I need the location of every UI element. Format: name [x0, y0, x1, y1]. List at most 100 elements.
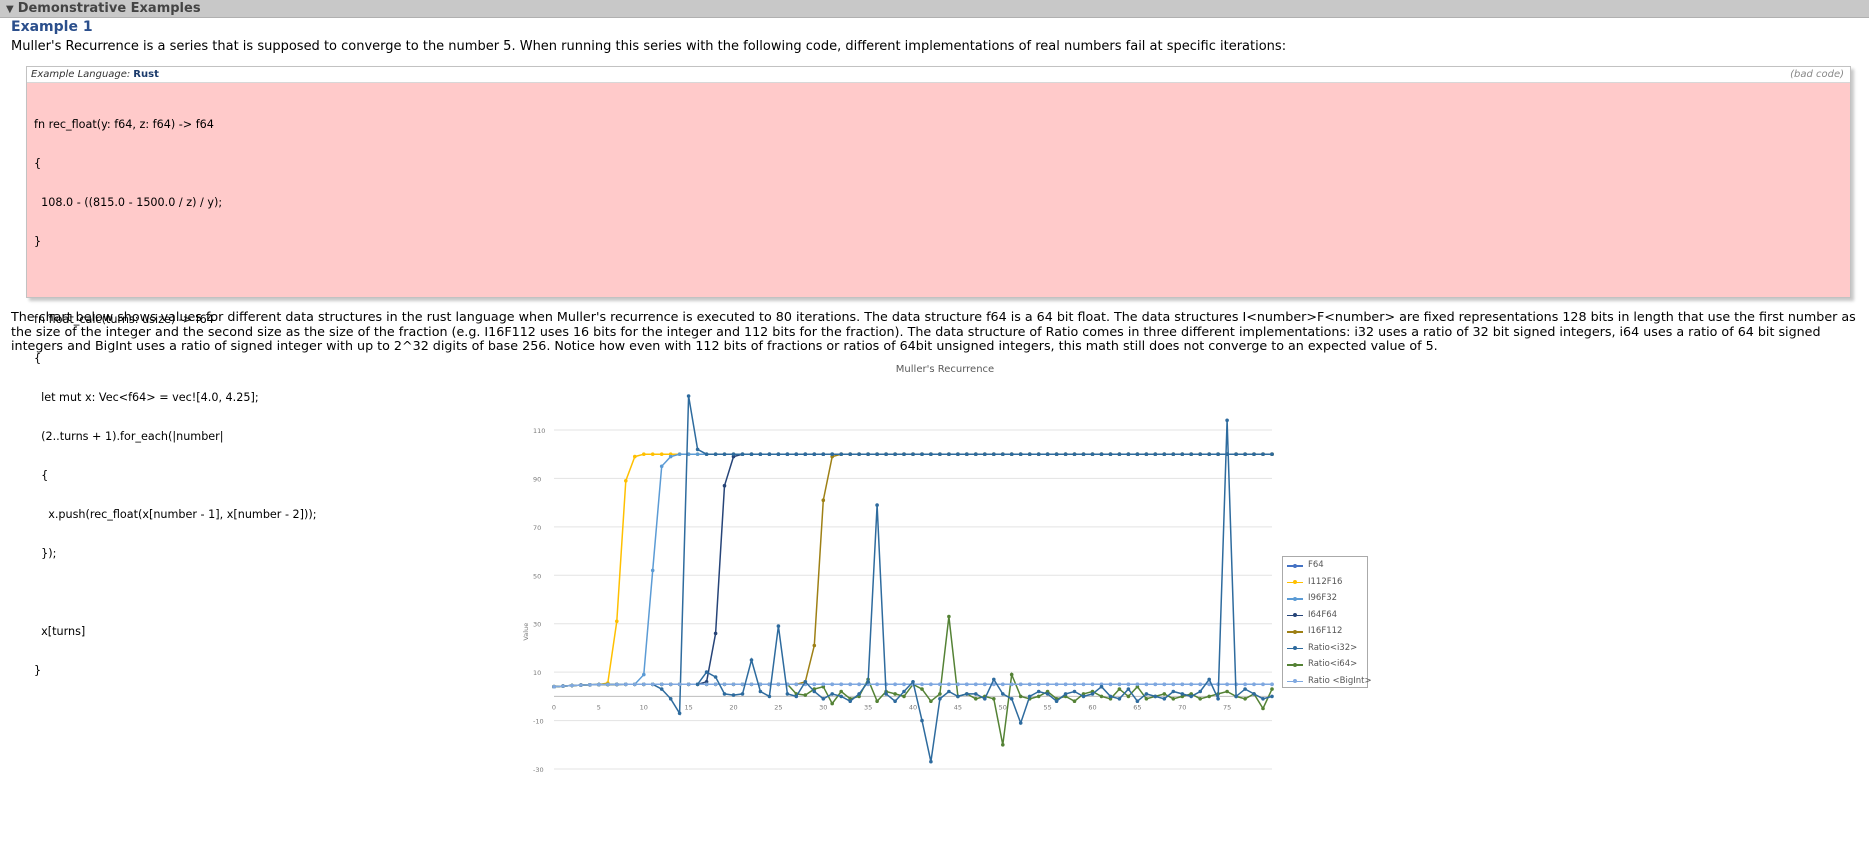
x-tick-label: 20 [729, 703, 737, 711]
y-axis-label: Value [522, 623, 530, 641]
data-point [1135, 452, 1140, 456]
data-point [1171, 682, 1176, 687]
data-point [1261, 452, 1265, 456]
language-label-text: Example Language: [31, 69, 131, 80]
data-point [570, 683, 574, 688]
data-point [992, 677, 996, 682]
data-point [893, 452, 897, 456]
data-point [767, 694, 772, 699]
data-point [974, 682, 978, 687]
data-point [992, 697, 996, 701]
data-point [947, 682, 951, 687]
x-tick-label: 65 [1133, 703, 1141, 711]
data-point [965, 452, 969, 456]
data-point [1189, 682, 1193, 687]
data-point [920, 682, 924, 687]
data-point [974, 452, 978, 456]
data-point [1018, 682, 1023, 687]
data-point [1126, 682, 1131, 687]
data-point [1072, 682, 1077, 687]
data-point [1027, 452, 1032, 456]
data-point [1108, 452, 1113, 456]
chart-legend: F64 I112F16 I96F32 I64F64 I16F112 Ratio<i32> R… [1282, 556, 1372, 688]
data-point [1144, 697, 1149, 701]
data-point [1072, 699, 1077, 703]
data-point [633, 454, 637, 459]
data-point [1162, 682, 1167, 687]
data-point [1090, 452, 1095, 456]
data-point [659, 687, 664, 691]
data-point [893, 699, 897, 703]
legend-label: Ratio<i64> [1308, 659, 1358, 669]
legend-item: F64 [1283, 557, 1367, 574]
data-point [624, 479, 628, 483]
code-line: 108.0 - ((815.0 - 1500.0 / z) / y); [34, 196, 223, 209]
data-point [1270, 687, 1274, 691]
data-point [642, 672, 646, 677]
data-point [668, 697, 673, 701]
legend-item: I96F32 [1283, 590, 1367, 607]
data-point [606, 682, 610, 687]
data-point [830, 682, 834, 687]
legend-swatch [1287, 662, 1303, 666]
data-point [1270, 694, 1274, 699]
data-point [938, 697, 942, 701]
code-body: fn rec_float(y: f64, z: f64) -> f64 { 10… [27, 83, 1850, 677]
data-point [785, 692, 790, 696]
data-point [830, 701, 834, 706]
data-point [1001, 682, 1005, 687]
series-line [553, 453, 1272, 688]
data-point [704, 670, 709, 674]
data-point [597, 682, 601, 687]
data-point [1243, 682, 1247, 687]
data-point [848, 699, 852, 703]
data-point [965, 682, 969, 687]
code-header: Example Language: Rust (bad code) [27, 67, 1850, 83]
section-header-demonstrative-examples[interactable]: ▼ Demonstrative Examples [0, 0, 1869, 18]
data-point [983, 697, 987, 701]
data-point [1162, 697, 1167, 701]
data-point [812, 689, 817, 694]
data-point [839, 694, 843, 699]
data-point [839, 452, 843, 456]
mullers-recurrence-chart: Muller's Recurrence 110 90 70 50 30 10 -10 -30 0 5… [520, 358, 1380, 849]
y-tick-label: 90 [533, 475, 541, 483]
data-point [749, 658, 754, 662]
data-point [947, 614, 951, 619]
data-point [947, 689, 951, 694]
data-point [956, 452, 960, 456]
legend-item: Ratio<i32> [1283, 640, 1367, 657]
data-point [974, 692, 978, 696]
legend-swatch [1287, 613, 1303, 617]
data-point [821, 697, 826, 701]
data-point [1063, 682, 1068, 687]
data-point [659, 452, 664, 456]
data-point [1252, 682, 1256, 687]
data-point [1027, 682, 1032, 687]
data-point [1171, 452, 1176, 456]
series-line [553, 453, 1272, 688]
data-point [579, 683, 583, 687]
data-point [875, 503, 879, 507]
data-point [866, 680, 870, 684]
chevron-down-icon[interactable]: ▼ [6, 1, 14, 18]
data-point [875, 699, 879, 703]
data-point [794, 694, 799, 699]
data-point [902, 694, 906, 699]
data-point [722, 692, 727, 696]
data-point [1144, 682, 1149, 687]
data-point [1261, 697, 1265, 701]
language-label: Example Language: Rust [31, 67, 159, 82]
x-tick-label: 15 [684, 703, 692, 711]
data-point [1261, 706, 1265, 711]
data-point [1126, 694, 1131, 699]
data-point [1180, 692, 1185, 696]
legend-label: I112F16 [1308, 576, 1343, 587]
data-point [686, 682, 691, 687]
data-point [1225, 418, 1229, 423]
data-point [1009, 697, 1014, 701]
data-point [884, 692, 888, 696]
chart-title: Muller's Recurrence [896, 364, 994, 375]
data-point [767, 452, 772, 456]
